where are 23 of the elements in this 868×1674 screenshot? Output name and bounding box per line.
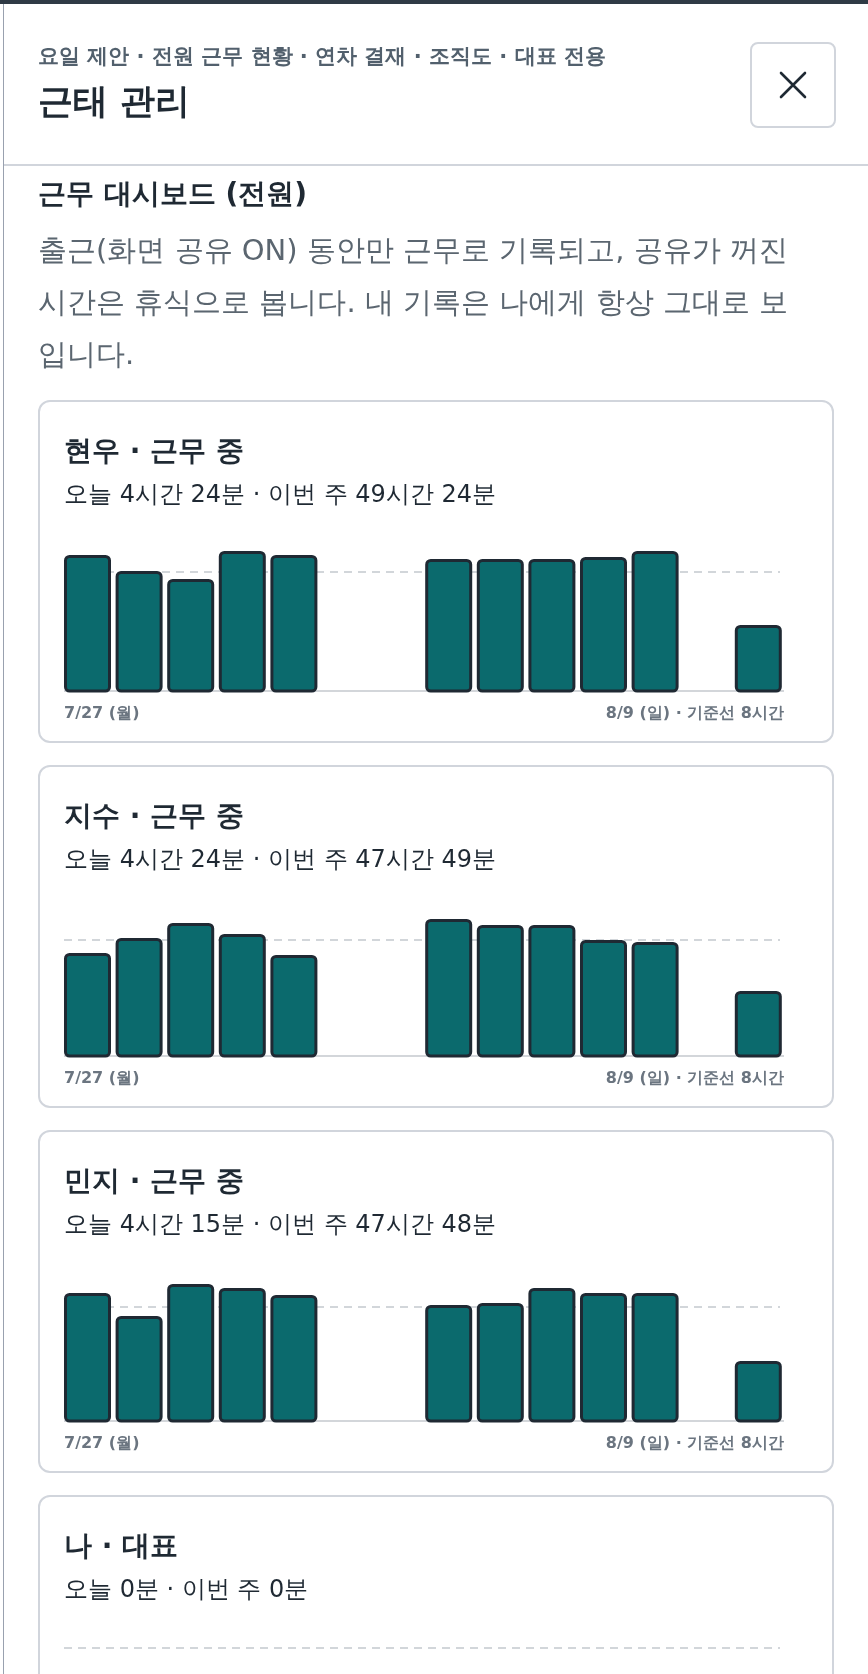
- section-description: 출근(화면 공유 ON) 동안만 근무로 기록되고, 공유가 꺼진 시간은 휴식으로 봅니다. 내 기록은 나에게 항상 그대로 보입니다.: [38, 232, 789, 373]
- work-time-summary: 오늘 4시간 24분 · 이번 주 49시간 24분: [64, 479, 497, 509]
- chart-bar: [734, 1361, 782, 1423]
- page-title: 근태 관리: [38, 80, 192, 123]
- chart-start-date: 7/27 (월): [64, 1433, 140, 1453]
- chart-start-date: 7/27 (월): [64, 703, 140, 723]
- work-time-summary: 오늘 0분 · 이번 주 0분: [64, 1574, 310, 1604]
- chart-end-date: 8/9 (일) · 기준선 8시간: [605, 703, 784, 723]
- employee-name-status: 나 · 대표: [64, 1528, 180, 1564]
- chart-bar: [734, 991, 782, 1058]
- section-heading: 근무 대시보드 (전원): [38, 176, 309, 212]
- chart-bar: [734, 625, 782, 693]
- employee-name-status: 지수 · 근무 중: [64, 798, 245, 834]
- close-icon: [779, 71, 807, 99]
- close-button[interactable]: [750, 42, 836, 128]
- chart-end-date: 8/9 (일) · 기준선 8시간: [605, 1068, 784, 1088]
- work-time-summary: 오늘 4시간 15분 · 이번 주 47시간 48분: [64, 1209, 497, 1239]
- employee-name-status: 현우 · 근무 중: [64, 433, 245, 469]
- header-subtitle: 요일 제안 · 전원 근무 현황 · 연차 결재 · 조직도 · 대표 전용: [38, 43, 606, 70]
- chart-start-date: 7/27 (월): [64, 1068, 140, 1088]
- employee-name-status: 민지 · 근무 중: [64, 1163, 245, 1199]
- chart-end-date: 8/9 (일) · 기준선 8시간: [605, 1433, 784, 1453]
- work-time-summary: 오늘 4시간 24분 · 이번 주 47시간 49분: [64, 844, 497, 874]
